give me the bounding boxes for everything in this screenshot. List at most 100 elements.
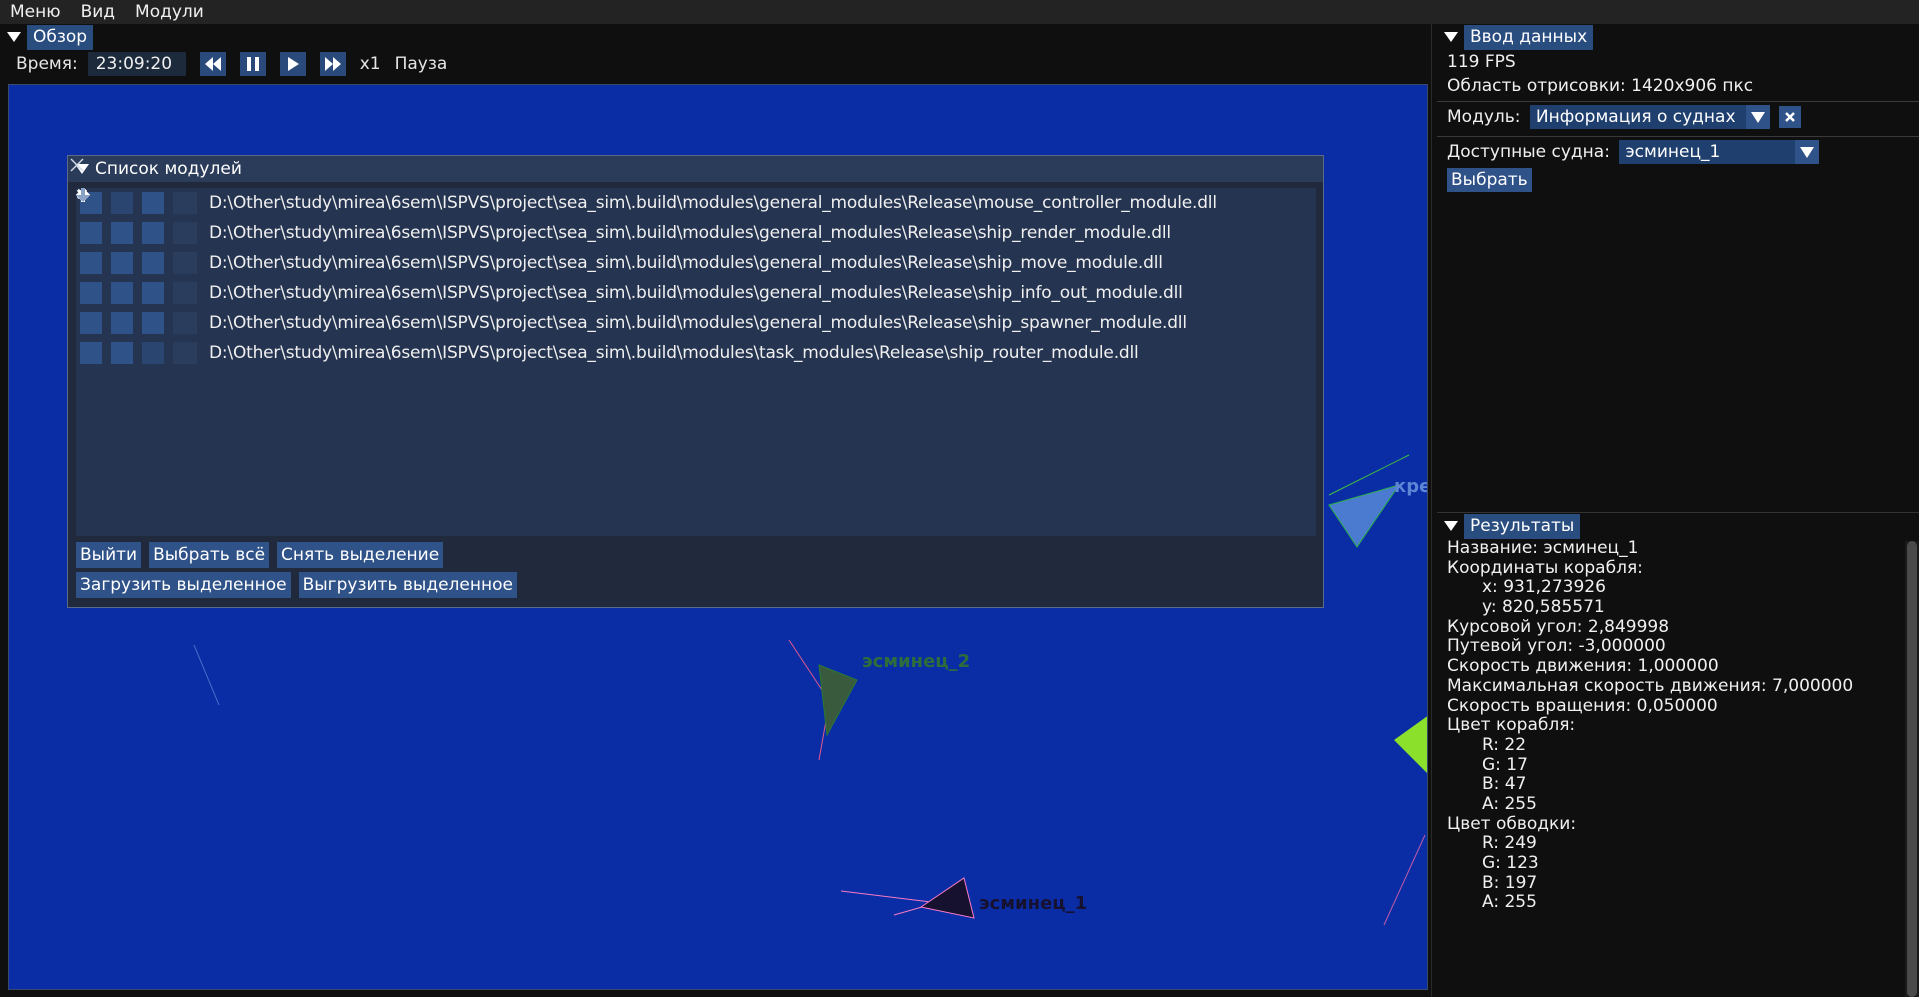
module-row[interactable]: D:\Other\study\mirea\6sem\ISPVS\project\…	[76, 188, 1316, 338]
module-path: D:\Other\study\mirea\6sem\ISPVS\project\…	[209, 253, 1163, 273]
result-line: Название: эсминец_1	[1447, 538, 1639, 558]
unload-selected-button[interactable]: Выгрузить выделенное	[298, 572, 517, 598]
module-path: D:\Other\study\mirea\6sem\ISPVS\project\…	[209, 283, 1183, 303]
result-line: R: 22	[1482, 734, 1527, 755]
time-toolbar: Время: 23:09:20 x1 Пауза	[8, 51, 461, 77]
result-line: B: 197	[1482, 872, 1538, 893]
result-line: Максимальная скорость движения: 7,000000	[1447, 675, 1854, 696]
move-up-button[interactable]	[76, 188, 133, 364]
ships-select-value: эсминец_1	[1625, 142, 1721, 162]
remove-module-button[interactable]	[77, 189, 102, 334]
remove-module-button[interactable]	[77, 189, 102, 244]
module-select-value: Информация о суднах	[1535, 107, 1736, 127]
move-up-button[interactable]	[76, 188, 133, 274]
module-checkbox[interactable]	[173, 222, 197, 244]
ship-kre[interactable]	[1328, 484, 1401, 548]
modules-buttons-row-1: Выйти Выбрать всё Снять выделение	[76, 542, 444, 568]
move-down-button[interactable]	[76, 188, 164, 304]
ship-green-course	[1383, 834, 1426, 926]
move-up-button[interactable]	[76, 188, 133, 304]
results-scrollbar[interactable]	[1905, 541, 1919, 997]
ships-row: Доступные судна: эсминец_1	[1437, 140, 1919, 168]
scrollbar-thumb[interactable]	[1907, 541, 1917, 997]
select-row: Выбрать	[1437, 168, 1919, 196]
remove-module-button[interactable]	[77, 189, 102, 274]
speed-multiplier: x1	[359, 54, 381, 74]
results-panel-title: Результаты	[1464, 513, 1581, 539]
move-up-button[interactable]	[76, 188, 133, 334]
results-list: Название: эсминец_1 Координаты корабля: x:…	[1437, 538, 1919, 913]
move-down-button[interactable]	[76, 188, 164, 244]
move-down-button[interactable]	[76, 188, 164, 334]
move-down-button[interactable]	[76, 188, 164, 214]
time-field[interactable]: 23:09:20	[87, 52, 186, 76]
overview-panel: Обзор Время: 23:09:20 x1 Пауза кре эсмин…	[0, 24, 1432, 997]
select-ship-button[interactable]: Выбрать	[1447, 168, 1532, 192]
deselect-button[interactable]: Снять выделение	[277, 542, 444, 568]
move-up-button[interactable]	[76, 188, 133, 214]
ships-select[interactable]: эсминец_1	[1619, 140, 1820, 164]
module-row[interactable]: D:\Other\study\mirea\6sem\ISPVS\project\…	[76, 188, 1316, 278]
results-panel-header[interactable]: Результаты	[1437, 513, 1919, 539]
module-checkbox[interactable]	[173, 192, 197, 214]
ship-destroyer2[interactable]	[818, 664, 858, 737]
move-down-button[interactable]	[76, 188, 164, 274]
result-line: Скорость движения: 1,000000	[1447, 656, 1719, 677]
module-checkbox[interactable]	[173, 342, 197, 364]
collapse-triangle-icon[interactable]	[1444, 32, 1458, 42]
close-icon	[1785, 112, 1796, 122]
load-selected-button[interactable]: Загрузить выделенное	[76, 572, 291, 598]
rewind-icon	[204, 57, 221, 71]
modules-window: Список модулей D:\Other\study\mirea\6sem…	[67, 155, 1324, 608]
module-checkbox[interactable]	[173, 312, 197, 334]
module-checkbox[interactable]	[173, 252, 197, 274]
fast-forward-icon	[324, 57, 341, 71]
ship-green[interactable]	[1394, 715, 1428, 775]
module-row[interactable]: D:\Other\study\mirea\6sem\ISPVS\project\…	[76, 188, 1316, 368]
result-line: Координаты корабля:	[1447, 557, 1643, 578]
ships-label: Доступные судна:	[1447, 142, 1610, 162]
overview-header[interactable]: Обзор	[0, 24, 1431, 50]
chevron-down-icon[interactable]	[1745, 105, 1770, 129]
ship-faint-trail	[193, 644, 220, 706]
collapse-triangle-icon[interactable]	[7, 32, 21, 42]
fast-forward-button[interactable]	[319, 52, 346, 76]
module-checkbox[interactable]	[173, 282, 197, 304]
menu-item-modules[interactable]: Модули	[125, 0, 214, 24]
result-line: A: 255	[1482, 793, 1537, 814]
module-path: D:\Other\study\mirea\6sem\ISPVS\project\…	[209, 193, 1217, 213]
module-row[interactable]: D:\Other\study\mirea\6sem\ISPVS\project\…	[76, 188, 1316, 248]
rewind-button[interactable]	[199, 52, 226, 76]
exit-button[interactable]: Выйти	[76, 542, 142, 568]
result-line: A: 255	[1482, 892, 1537, 913]
simulation-canvas[interactable]: кре эсминец_2 эсминец_1 Список модулей D…	[8, 84, 1428, 990]
move-down-button[interactable]	[76, 188, 164, 364]
ship-label-destroyer2: эсминец_2	[862, 651, 970, 672]
modules-window-titlebar[interactable]: Список модулей	[68, 156, 1323, 182]
input-panel-header[interactable]: Ввод данных	[1437, 24, 1919, 50]
collapse-triangle-icon[interactable]	[1444, 521, 1458, 531]
remove-module-button[interactable]	[77, 189, 102, 364]
ship-destroyer1[interactable]	[919, 877, 975, 919]
select-all-button[interactable]: Выбрать всё	[149, 542, 270, 568]
module-select[interactable]: Информация о суднах	[1529, 105, 1770, 129]
close-icon[interactable]	[68, 156, 86, 174]
menu-item-menu[interactable]: Меню	[0, 0, 71, 24]
time-label: Время:	[16, 54, 78, 74]
module-row[interactable]: D:\Other\study\mirea\6sem\ISPVS\project\…	[76, 188, 1316, 218]
result-line: G: 123	[1482, 853, 1539, 873]
clear-module-button[interactable]	[1779, 106, 1802, 128]
move-up-button[interactable]	[76, 188, 133, 244]
overview-title: Обзор	[27, 24, 94, 50]
chevron-down-icon[interactable]	[1795, 140, 1820, 164]
arrow-down-icon	[76, 188, 90, 202]
result-line: R: 249	[1482, 833, 1537, 854]
play-button[interactable]	[279, 52, 306, 76]
fps-counter: 119 FPS	[1447, 52, 1516, 72]
ship-label-destroyer1: эсминец_1	[979, 893, 1087, 914]
pause-button[interactable]	[239, 52, 266, 76]
module-row[interactable]: D:\Other\study\mirea\6sem\ISPVS\project\…	[76, 188, 1316, 308]
remove-module-button[interactable]	[77, 189, 102, 304]
pause-icon	[246, 57, 259, 71]
menu-item-view[interactable]: Вид	[71, 0, 125, 24]
